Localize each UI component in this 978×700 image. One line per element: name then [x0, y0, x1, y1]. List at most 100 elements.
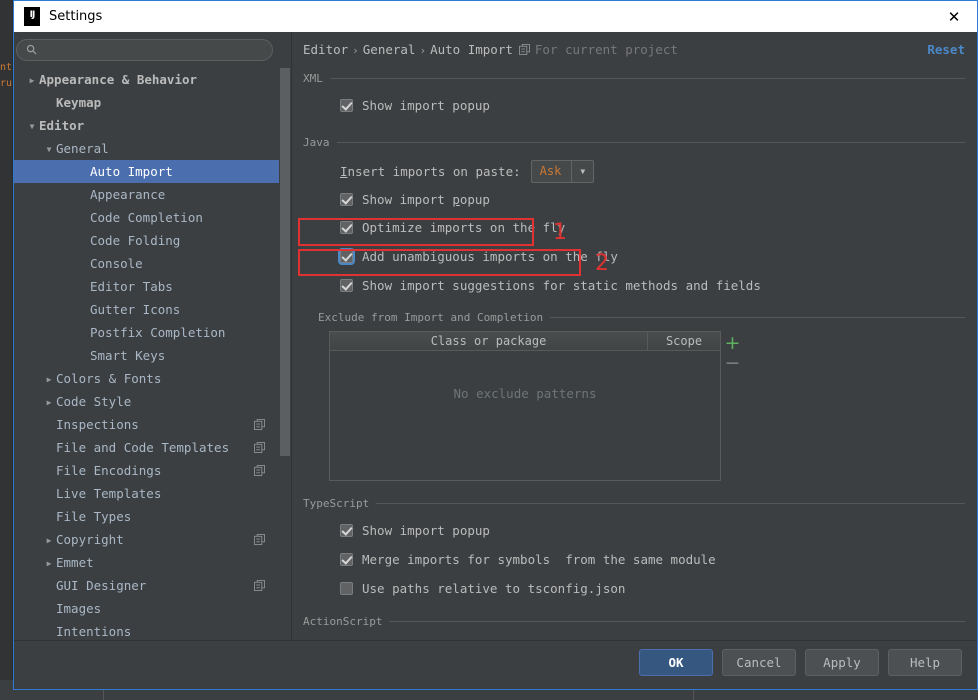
checkbox-add-unambiguous-imports-on-the-fly[interactable]	[340, 250, 353, 263]
sidebar-item-postfix-completion[interactable]: Postfix Completion	[14, 321, 279, 344]
checkbox-ts-merge-imports[interactable]	[340, 553, 353, 566]
chevron-down-icon[interactable]: ▼	[42, 138, 56, 161]
add-exclude-pattern-button[interactable]: +	[723, 333, 743, 353]
checkbox-label: Use paths relative to tsconfig.json	[362, 581, 625, 596]
ide-background-strip	[0, 0, 12, 700]
ok-button[interactable]: OK	[639, 649, 713, 676]
group-typescript: TypeScript Show import popup Merge impor…	[303, 495, 965, 599]
checkbox-show-import-suggestions-static[interactable]	[340, 279, 353, 292]
dialog-titlebar: IJ Settings ✕	[14, 1, 977, 32]
checkbox-optimize-imports-on-the-fly[interactable]	[340, 221, 353, 234]
sidebar-item-file-encodings[interactable]: File Encodings	[14, 459, 279, 482]
dialog-title: Settings	[49, 9, 102, 24]
sidebar-item-label: Code Folding	[90, 233, 180, 248]
reset-link[interactable]: Reset	[927, 42, 965, 57]
breadcrumb-item-general[interactable]: General	[363, 42, 416, 57]
sidebar-item-editor-tabs[interactable]: Editor Tabs	[14, 275, 279, 298]
group-xml: XML Show import popup	[303, 70, 965, 116]
apply-button[interactable]: Apply	[805, 649, 879, 676]
exclude-empty-text: No exclude patterns	[454, 386, 597, 401]
checkbox-label: Add unambiguous imports on the fly	[362, 249, 618, 264]
sidebar-item-intentions[interactable]: Intentions	[14, 620, 279, 641]
copy-settings-icon[interactable]	[254, 419, 265, 430]
checkbox-row-ts-merge-imports[interactable]: Merge imports for symbols from the same …	[340, 549, 965, 570]
checkbox-label: Show import popup	[362, 98, 490, 113]
chevron-right-icon[interactable]: ▶	[42, 391, 56, 414]
sidebar-item-auto-import[interactable]: Auto Import	[14, 160, 279, 183]
sidebar-item-emmet[interactable]: ▶Emmet	[14, 551, 279, 574]
sidebar-item-appearance-behavior[interactable]: ▶Appearance & Behavior	[14, 68, 279, 91]
close-icon[interactable]: ✕	[931, 1, 977, 32]
sidebar-item-general[interactable]: ▼General	[14, 137, 279, 160]
sidebar-item-copyright[interactable]: ▶Copyright	[14, 528, 279, 551]
checkbox-row-optimize-imports[interactable]: Optimize imports on the fly	[340, 217, 965, 238]
sidebar-item-appearance[interactable]: Appearance	[14, 183, 279, 206]
checkbox-row-xml-show-import-popup[interactable]: Show import popup	[340, 95, 965, 116]
search-input[interactable]	[16, 39, 273, 61]
chevron-right-icon[interactable]: ▶	[42, 368, 56, 391]
breadcrumb-item-auto-import[interactable]: Auto Import	[430, 42, 513, 57]
sidebar-item-colors-fonts[interactable]: ▶Colors & Fonts	[14, 367, 279, 390]
sidebar-scrollbar-thumb[interactable]	[280, 68, 290, 456]
chevron-right-icon[interactable]: ▶	[25, 69, 39, 92]
ide-background-code-1: nt	[0, 62, 12, 73]
copy-settings-icon[interactable]	[254, 442, 265, 453]
sidebar-item-inspections[interactable]: Inspections	[14, 413, 279, 436]
checkbox-label: Optimize imports on the fly	[362, 220, 565, 235]
checkbox-xml-show-import-popup[interactable]	[340, 99, 353, 112]
sidebar-item-label: Intentions	[56, 624, 131, 639]
column-header-class-or-package[interactable]: Class or package	[330, 332, 648, 350]
sidebar-item-label: Copyright	[56, 532, 124, 547]
sidebar-item-editor[interactable]: ▼Editor	[14, 114, 279, 137]
help-button[interactable]: Help	[888, 649, 962, 676]
checkbox-label: Show import suggestions for static metho…	[362, 278, 761, 293]
group-actionscript-rule	[389, 621, 965, 622]
sidebar-item-code-style[interactable]: ▶Code Style	[14, 390, 279, 413]
sidebar-item-images[interactable]: Images	[14, 597, 279, 620]
chevron-right-icon[interactable]: ▶	[42, 552, 56, 575]
intellij-logo-icon: IJ	[24, 7, 40, 26]
group-xml-rule	[330, 78, 965, 79]
sidebar-item-code-folding[interactable]: Code Folding	[14, 229, 279, 252]
remove-exclude-pattern-button[interactable]: −	[723, 353, 743, 373]
group-actionscript-title: ActionScript	[303, 615, 389, 628]
group-java-rule	[337, 142, 966, 143]
sidebar-item-keymap[interactable]: Keymap	[14, 91, 279, 114]
sidebar-item-label: Appearance	[90, 187, 165, 202]
checkbox-row-add-unambiguous-imports[interactable]: Add unambiguous imports on the fly	[340, 246, 965, 267]
sidebar-item-gutter-icons[interactable]: Gutter Icons	[14, 298, 279, 321]
sidebar-item-live-templates[interactable]: Live Templates	[14, 482, 279, 505]
checkbox-row-ts-show-import-popup[interactable]: Show import popup	[340, 520, 965, 541]
cancel-button[interactable]: Cancel	[722, 649, 796, 676]
checkbox-java-show-import-popup[interactable]	[340, 193, 353, 206]
checkbox-ts-show-import-popup[interactable]	[340, 524, 353, 537]
column-header-scope[interactable]: Scope	[648, 332, 720, 350]
chevron-down-icon[interactable]: ▼	[571, 161, 593, 182]
sidebar-item-smart-keys[interactable]: Smart Keys	[14, 344, 279, 367]
checkbox-row-ts-use-paths-relative[interactable]: Use paths relative to tsconfig.json	[340, 578, 965, 599]
sidebar-item-label: Console	[90, 256, 143, 271]
checkbox-row-show-import-suggestions-static[interactable]: Show import suggestions for static metho…	[340, 275, 965, 296]
copy-settings-icon[interactable]	[254, 534, 265, 545]
chevron-right-icon[interactable]: ▶	[42, 529, 56, 552]
exclude-table[interactable]: Class or package Scope No exclude patter…	[329, 331, 721, 481]
checkbox-ts-use-paths-relative[interactable]	[340, 582, 353, 595]
sidebar-item-label: Auto Import	[90, 164, 173, 179]
project-scope-label: For current project	[535, 42, 678, 57]
breadcrumb: Editor›General›Auto ImportFor current pr…	[303, 42, 678, 57]
sidebar-item-label: General	[56, 141, 109, 156]
sidebar-item-code-completion[interactable]: Code Completion	[14, 206, 279, 229]
sidebar-item-gui-designer[interactable]: GUI Designer	[14, 574, 279, 597]
sidebar-item-label: Appearance & Behavior	[39, 72, 197, 87]
sidebar-item-file-types[interactable]: File Types	[14, 505, 279, 528]
ide-background-code-2: ru	[0, 78, 12, 89]
group-xml-title: XML	[303, 72, 330, 85]
chevron-down-icon[interactable]: ▼	[25, 115, 39, 138]
copy-settings-icon[interactable]	[254, 580, 265, 591]
sidebar-item-console[interactable]: Console	[14, 252, 279, 275]
copy-settings-icon[interactable]	[254, 465, 265, 476]
breadcrumb-item-editor[interactable]: Editor	[303, 42, 348, 57]
checkbox-row-java-show-import-popup[interactable]: Show import popup	[340, 189, 965, 210]
sidebar-item-file-and-code-templates[interactable]: File and Code Templates	[14, 436, 279, 459]
insert-imports-on-paste-combo[interactable]: Ask ▼	[531, 160, 595, 183]
